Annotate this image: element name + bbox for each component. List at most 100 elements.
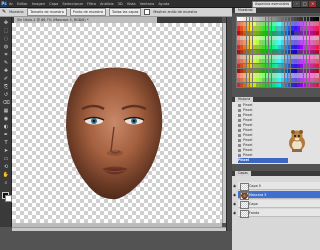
quick-select-tool-icon[interactable]: ◍ — [2, 44, 10, 51]
history-step-current[interactable]: Pincel — [238, 158, 288, 163]
clone-stamp-tool-icon[interactable]: ⎘ — [2, 84, 10, 91]
menu-item[interactable]: Filtro — [87, 2, 96, 6]
swatch[interactable] — [316, 59, 319, 64]
dodge-tool-icon[interactable]: ◐ — [2, 124, 10, 131]
brush-icon — [238, 123, 241, 127]
move-tool-icon[interactable]: ✥ — [2, 20, 10, 27]
history-step-label: Pincel — [243, 153, 253, 157]
canvas[interactable] — [12, 23, 222, 223]
eyedropper-tool-icon[interactable]: ✎ — [2, 60, 10, 67]
face-image — [66, 67, 163, 200]
hand-tool-icon[interactable]: ✋ — [2, 172, 10, 179]
brush-icon — [238, 133, 241, 137]
menu-bar: Ar Editar Imagen Capa Seleccionar Filtro Análi… — [9, 0, 169, 8]
sample-point-select[interactable]: Punto de muestra — [69, 8, 106, 16]
layer-thumbnail — [240, 183, 249, 191]
eye-icon[interactable]: ◉ — [233, 184, 237, 188]
history-step-label: Pincel — [243, 148, 253, 152]
swatch[interactable] — [316, 31, 319, 36]
brush-icon — [238, 103, 241, 107]
history-step-label: Pincel — [243, 138, 253, 142]
layer-thumbnail — [240, 192, 249, 200]
swatch[interactable] — [316, 68, 319, 73]
sample-size-select[interactable]: Tamaño de muestra — [27, 8, 67, 16]
show-ring-checkbox[interactable] — [144, 9, 151, 15]
menu-item[interactable]: Análisis — [100, 2, 114, 6]
swatch[interactable] — [316, 17, 319, 22]
tab-swatches[interactable]: Muestras — [235, 8, 256, 13]
menu-item[interactable]: Ayuda — [158, 2, 169, 6]
brush-icon — [238, 148, 241, 152]
layer-row[interactable]: ◉ Mascara 5 — [233, 191, 320, 200]
swatch[interactable] — [316, 82, 319, 87]
swatch[interactable] — [316, 40, 319, 45]
swatch[interactable] — [316, 49, 319, 55]
path-select-tool-icon[interactable]: ➤ — [2, 148, 10, 155]
swatches-panel-header: Muestras — [232, 8, 320, 13]
crop-tool-icon[interactable]: ⌗ — [2, 52, 10, 59]
history-step-label: Pincel — [243, 128, 253, 132]
menu-item[interactable]: Ventana — [140, 2, 155, 6]
swatch[interactable] — [316, 78, 319, 83]
minimize-icon[interactable]: – — [293, 1, 301, 7]
workspace-switcher[interactable]: Aspectos esenciales — [252, 0, 293, 8]
lasso-tool-icon[interactable]: ◌ — [2, 36, 10, 43]
eye-icon[interactable]: ◉ — [233, 202, 237, 206]
sample-layers-select[interactable]: Todas las capas — [108, 8, 142, 16]
layer-row[interactable]: ◉ Capa 5 — [233, 182, 320, 191]
layer-thumbnail — [240, 201, 249, 209]
marquee-tool-icon[interactable]: ⬚ — [2, 28, 10, 35]
menu-item[interactable]: Capa — [49, 2, 58, 6]
layer-name: Mascara 5 — [249, 193, 267, 197]
eyedropper-icon[interactable]: ✎ — [2, 9, 6, 15]
blur-tool-icon[interactable]: ◉ — [2, 116, 10, 123]
swatch[interactable] — [316, 63, 319, 69]
gradient-tool-icon[interactable]: ▦ — [2, 108, 10, 115]
history-brush-tool-icon[interactable]: ↺ — [2, 92, 10, 99]
sample-label: Muestra: — [9, 10, 25, 14]
brush-icon — [238, 153, 241, 157]
menu-item[interactable]: Imagen — [32, 2, 46, 6]
workspace-background — [0, 231, 232, 250]
eye-icon[interactable]: ◉ — [233, 211, 237, 215]
maximize-icon[interactable]: □ — [301, 1, 309, 7]
layer-name: Fondo — [249, 211, 260, 215]
layer-name: Capa — [249, 202, 258, 206]
swatch[interactable] — [316, 26, 319, 31]
brush-icon — [238, 108, 241, 112]
swatch[interactable] — [316, 73, 319, 78]
menu-item[interactable]: 3D — [118, 2, 123, 6]
healing-tool-icon[interactable]: ✚ — [2, 68, 10, 75]
history-step-label: Pincel — [243, 118, 253, 122]
layer-thumbnail — [240, 210, 249, 218]
type-tool-icon[interactable]: T — [2, 140, 10, 147]
menu-item[interactable]: Seleccionar — [62, 2, 83, 6]
layer-row[interactable]: ◉ Capa — [233, 200, 320, 209]
window-controls: Aspectos esenciales – □ × — [252, 0, 317, 8]
swatch[interactable] — [316, 21, 319, 26]
menu-item[interactable]: Editar — [17, 2, 28, 6]
swatch[interactable] — [316, 35, 319, 40]
zoom-tool-icon[interactable]: ⌕ — [2, 180, 10, 187]
swatch[interactable] — [316, 54, 319, 59]
close-icon[interactable]: × — [309, 1, 317, 7]
shape-tool-icon[interactable]: ▭ — [2, 156, 10, 163]
eraser-tool-icon[interactable]: ⌫ — [2, 100, 10, 107]
swatch[interactable] — [316, 45, 319, 50]
history-step-label: Pincel — [243, 103, 253, 107]
brush-tool-icon[interactable]: ✐ — [2, 76, 10, 83]
pen-tool-icon[interactable]: ✒ — [2, 132, 10, 139]
layer-row[interactable]: ◉ Fondo — [233, 209, 320, 218]
background-color-swatch[interactable] — [5, 195, 12, 202]
menu-item[interactable]: Vista — [127, 2, 136, 6]
swatches-grid[interactable] — [236, 16, 320, 88]
history-step-label: Pincel — [243, 113, 253, 117]
brush-icon — [238, 118, 241, 122]
hamster-image — [289, 130, 305, 152]
history-step-label: Pincel — [243, 123, 253, 127]
eye-icon[interactable]: ◉ — [233, 193, 237, 197]
menu-item[interactable]: Ar — [9, 2, 13, 6]
3d-rotate-tool-icon[interactable]: ⟲ — [2, 164, 10, 171]
brush-icon — [238, 113, 241, 117]
app-logo: Ps — [1, 1, 7, 7]
